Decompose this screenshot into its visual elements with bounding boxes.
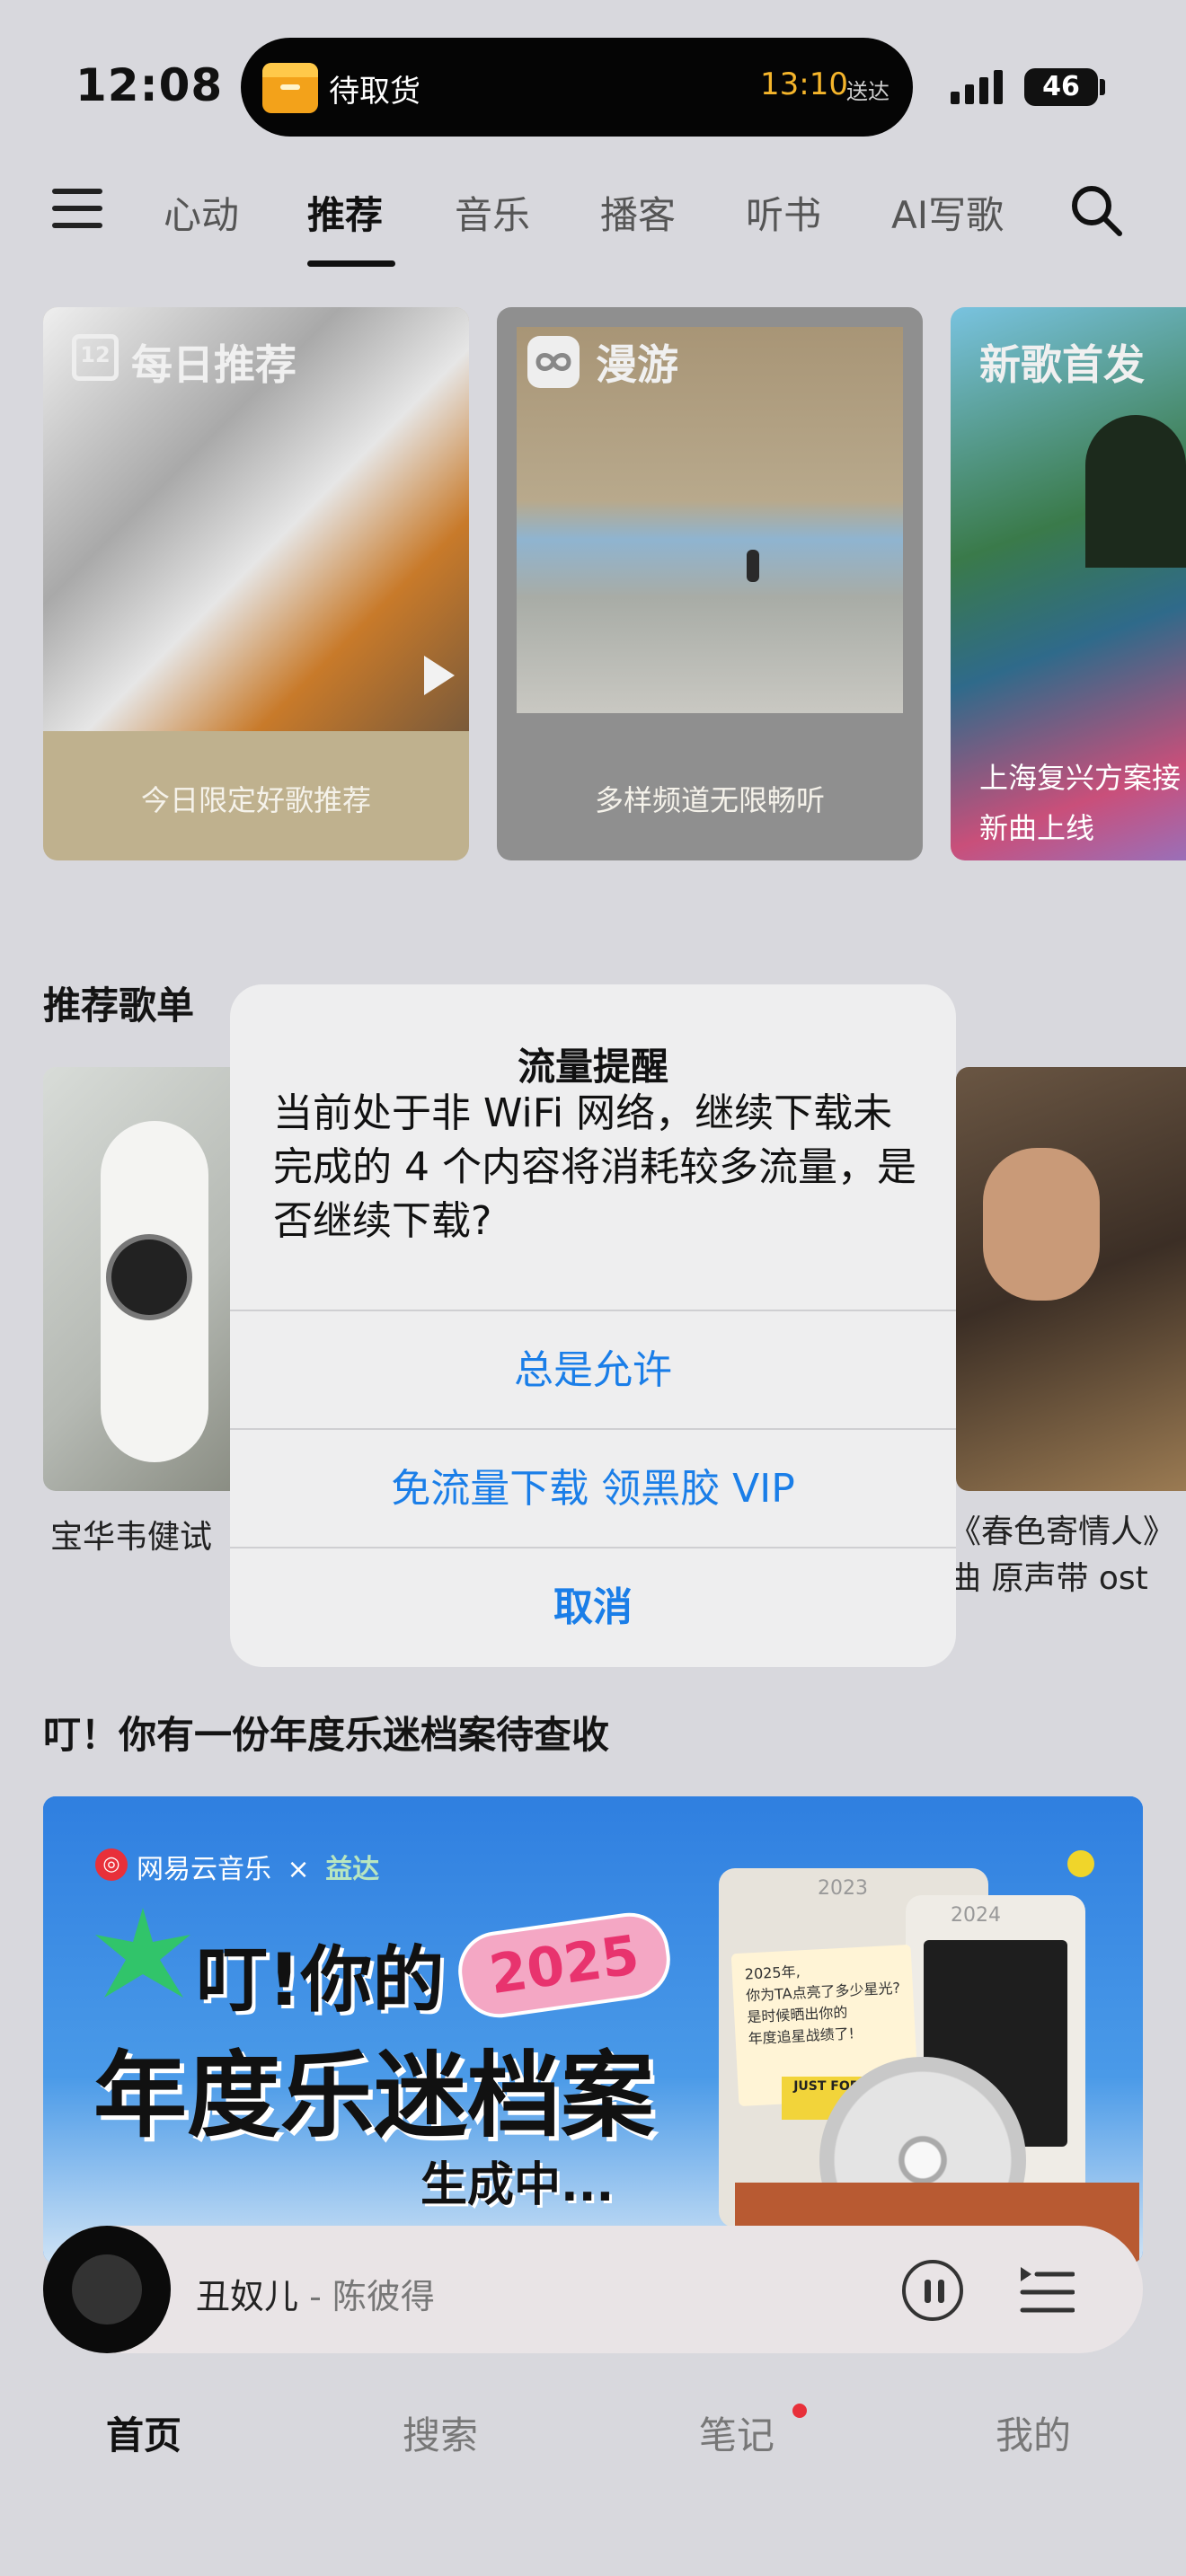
section-title-annual-archive: 叮！你有一份年度乐迷档案待查收 [43,1713,610,1757]
song-artist: 陈彼得 [332,2277,435,2316]
album-art-thumb [72,2254,142,2325]
card-subtitle-line: 上海复兴方案接 [979,761,1182,795]
tab-audiobook[interactable]: 听书 [746,185,821,240]
now-playing[interactable]: 丑奴儿 - 陈彼得 [196,2269,435,2318]
banner-brand: 网易云音乐 [137,1854,271,1885]
tab-podcast[interactable]: 播客 [600,185,676,240]
playlist-icon[interactable] [1019,2263,1075,2319]
data-usage-alert: 流量提醒 当前处于非 WiFi 网络，继续下载未完成的 4 个内容将消耗较多流量… [230,984,956,1667]
eta-time: 13:10 [760,66,848,102]
folder-year: 2024 [951,1904,1001,1927]
banner-line3: 生成中... [420,2158,615,2212]
figure-silhouette [747,550,759,582]
portrait-face [983,1148,1100,1301]
banner-line1: 叮!你的 [196,1938,445,2022]
folder-year: 2023 [818,1877,868,1900]
card-daily-recommend[interactable]: 12 每日推荐 今日限定好歌推荐 [43,307,469,860]
play-icon [424,656,455,695]
always-allow-button[interactable]: 总是允许 [230,1310,956,1430]
battery-icon: 46 [1024,68,1098,106]
live-activity-label: 待取货 [329,74,420,110]
caption-line: 《春色寄情人》 [949,1513,1176,1550]
card-roaming[interactable]: 漫游 多样频道无限畅听 [497,307,923,860]
battery-nub [1100,79,1105,95]
starburst-icon [95,1908,190,1998]
banner-times: × [287,1854,310,1885]
search-icon[interactable] [1069,183,1123,237]
song-title: 丑奴儿 [196,2277,299,2316]
netease-logo-icon: ◎ [95,1848,128,1881]
card-subtitle-line: 新曲上线 [979,811,1095,845]
bottom-tab-home[interactable]: 首页 [106,2405,181,2460]
pause-button[interactable] [902,2260,963,2321]
new-songs-art [1085,415,1186,568]
tab-recommend[interactable]: 推荐 [307,185,383,240]
song-separator: - [298,2277,332,2316]
card-subtitle: 上海复兴方案接 新曲上线 [979,753,1181,853]
active-tab-indicator [307,260,395,267]
card-title: 每日推荐 [131,340,296,389]
card-new-songs[interactable]: 新歌首发 上海复兴方案接 新曲上线 [951,307,1186,860]
playlist-caption-right: 《春色寄情人》 曲 原声带 ost [949,1509,1175,1602]
cancel-button[interactable]: 取消 [230,1547,956,1667]
playlist-cover-speaker[interactable] [43,1067,232,1491]
free-data-download-vip-button[interactable]: 免流量下载 领黑胶 VIP [230,1428,956,1548]
section-title-playlists: 推荐歌单 [43,984,195,1028]
tab-music[interactable]: 音乐 [455,185,530,240]
card-subtitle: 今日限定好歌推荐 [140,783,371,817]
notification-dot [792,2404,807,2418]
calendar-icon: 12 [72,334,119,381]
cellular-signal-icon [951,68,1006,104]
alert-title: 流量提醒 [517,1045,668,1089]
caption-line: 曲 原声带 ost [949,1560,1148,1597]
card-title: 漫游 [596,340,678,389]
banner-partner: 益达 [325,1854,380,1885]
sun-dot [1067,1850,1094,1877]
menu-icon[interactable] [52,189,102,228]
infinity-icon [527,336,580,388]
bottom-tab-me[interactable]: 我的 [996,2405,1071,2460]
banner-line2: 年度乐迷档案 [93,2041,655,2150]
eta-suffix: 送达 [846,79,890,104]
annual-archive-banner[interactable]: ◎ 网易云音乐 × 益达 叮!你的 2025 年度乐迷档案 生成中... 202… [43,1796,1143,2263]
playlist-caption-left: 宝华韦健试 [50,1519,213,1556]
card-subtitle: 多样频道无限畅听 [594,783,825,817]
bottom-tab-search[interactable]: 搜索 [403,2405,478,2460]
bottom-tab-notes[interactable]: 笔记 [699,2405,774,2460]
playlist-cover-portrait[interactable] [956,1067,1186,1491]
card-title: 新歌首发 [979,340,1145,389]
banner-brand-row: 网易云音乐 × 益达 [137,1847,379,1886]
alert-message: 当前处于非 WiFi 网络，继续下载未完成的 4 个内容将消耗较多流量，是否继续… [273,1090,916,1244]
tab-heartbeat[interactable]: 心动 [164,185,239,240]
status-time: 12:08 [75,59,224,111]
package-icon [262,63,318,113]
speaker-woofer [106,1234,192,1320]
tab-ai-songwriting[interactable]: AI写歌 [891,185,1004,240]
